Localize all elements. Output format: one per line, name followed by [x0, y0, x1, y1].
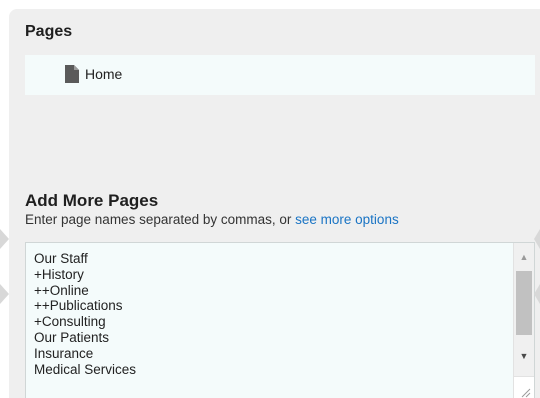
page-list: Home	[25, 55, 535, 95]
see-more-options-link[interactable]: see more options	[295, 212, 399, 227]
chevron-right-icon[interactable]	[534, 229, 540, 249]
chevron-left-icon[interactable]	[0, 229, 9, 249]
page-names-text[interactable]: Our Staff +History ++Online ++Publicatio…	[34, 251, 136, 377]
pages-heading: Pages	[25, 23, 73, 40]
add-pages-hint: Enter page names separated by commas, or…	[25, 212, 399, 227]
chevron-down-icon[interactable]: ▼	[514, 347, 534, 364]
resize-grip-icon[interactable]	[514, 376, 534, 398]
chevron-left-icon[interactable]	[0, 284, 9, 304]
page-item-home[interactable]: Home	[65, 64, 122, 84]
chevron-right-icon[interactable]	[534, 284, 540, 304]
page-icon	[65, 65, 79, 83]
add-pages-hint-text: Enter page names separated by commas, or	[25, 212, 296, 227]
textarea-scrollbar[interactable]: ▲ ▼	[513, 243, 534, 398]
scrollbar-thumb[interactable]	[516, 271, 532, 335]
page-names-textarea[interactable]: Our Staff +History ++Online ++Publicatio…	[25, 242, 535, 398]
add-pages-heading: Add More Pages	[25, 191, 159, 210]
chevron-up-icon[interactable]: ▲	[514, 248, 534, 265]
page-item-label: Home	[85, 66, 123, 82]
site-pages-panel: Pages Home Add More Pages Enter page nam…	[9, 9, 540, 398]
